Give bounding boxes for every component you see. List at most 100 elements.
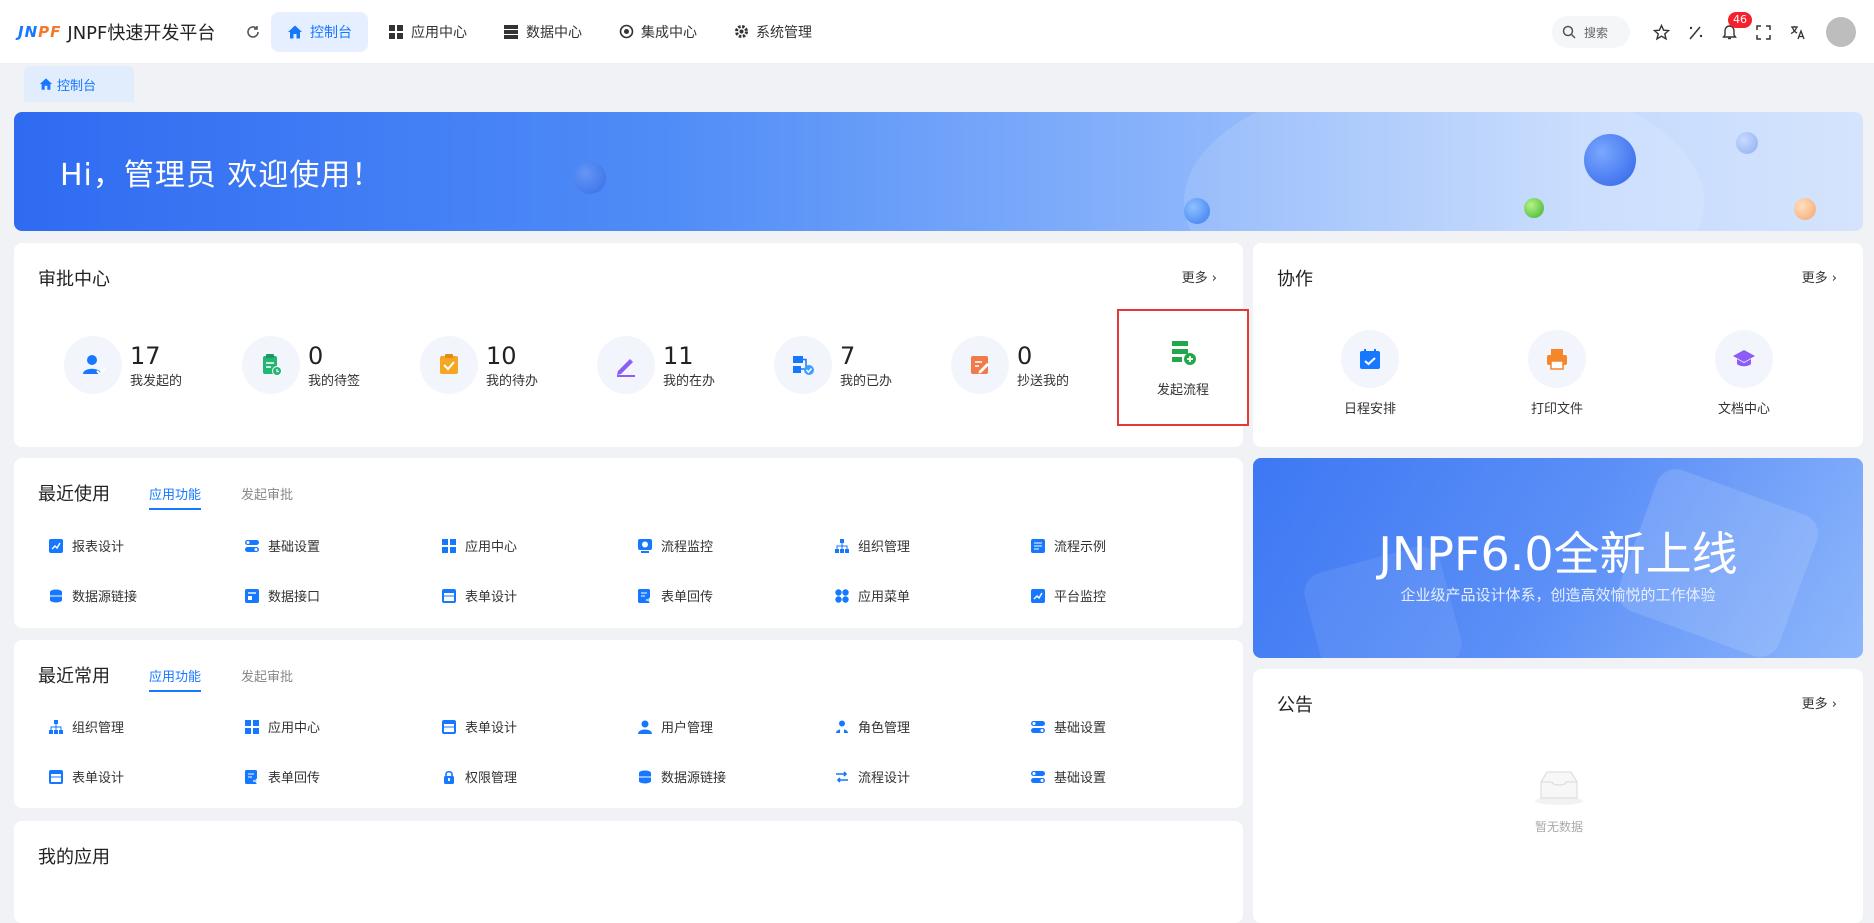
tab-app-functions[interactable]: 应用功能: [149, 666, 202, 692]
card-title: 最近常用: [38, 666, 110, 687]
more-link[interactable]: 更多 ›: [1802, 267, 1837, 286]
app-menu-icon: [834, 588, 850, 604]
shortcut-label: 应用菜单: [858, 590, 911, 605]
shortcut-item[interactable]: 表单回传: [244, 767, 320, 786]
frequent-subtabs: 应用功能 发起审批: [149, 666, 333, 692]
collab-item-print[interactable]: 打印文件: [1507, 330, 1607, 417]
approval-count: 7: [840, 341, 856, 370]
tab-app-functions[interactable]: 应用功能: [149, 484, 202, 510]
card-title: 审批中心: [38, 269, 110, 290]
approval-item-initiated[interactable]: 17 我发起的: [64, 335, 182, 395]
user-icon: [64, 336, 122, 394]
org-chart-icon: [48, 719, 64, 735]
approval-label: 我的已办: [840, 373, 893, 389]
shortcut-item[interactable]: 表单设计: [48, 767, 124, 786]
shortcut-item[interactable]: 基础设置: [1030, 767, 1106, 786]
nav-item-integration[interactable]: 集成中心: [602, 12, 713, 52]
shortcut-item[interactable]: 用户管理: [637, 717, 713, 736]
shortcut-label: 基础设置: [1054, 721, 1107, 736]
nav-item-data-center[interactable]: 数据中心: [487, 12, 598, 52]
shortcut-item[interactable]: 流程监控: [637, 536, 713, 555]
search-label: 搜索: [1584, 25, 1609, 40]
shortcut-label: 表单设计: [465, 590, 518, 605]
nav-item-app-center[interactable]: 应用中心: [372, 12, 483, 52]
welcome-text: Hi，管理员 欢迎使用！: [60, 158, 383, 193]
shortcut-item[interactable]: 报表设计: [48, 536, 124, 555]
approval-item-todo[interactable]: 10 我的待办: [420, 335, 538, 395]
nav-item-system[interactable]: 系统管理: [717, 12, 828, 52]
tab-console[interactable]: 控制台: [24, 66, 134, 102]
shortcut-item[interactable]: 基础设置: [1030, 717, 1106, 736]
shortcut-item[interactable]: 应用中心: [244, 717, 320, 736]
top-header: JNPF JNPF快速开发平台 控制台 应用中心 数据中心 集成中心 系统管理: [0, 0, 1874, 64]
nav-item-console[interactable]: 控制台: [271, 11, 368, 52]
empty-state: 暂无数据: [1509, 768, 1609, 835]
shortcut-label: 表单设计: [72, 771, 125, 786]
shortcut-item[interactable]: 表单设计: [441, 586, 517, 605]
pencil-icon: [597, 336, 655, 394]
shortcut-item[interactable]: 角色管理: [834, 717, 910, 736]
shortcut-label: 数据源链接: [72, 590, 138, 605]
search-button[interactable]: 搜索: [1552, 16, 1630, 48]
more-link[interactable]: 更多 ›: [1182, 267, 1217, 286]
approval-item-in-progress[interactable]: 11 我的在办: [597, 335, 715, 395]
more-label: 更多: [1801, 271, 1828, 286]
promo-banner[interactable]: JNPF6.0全新上线 企业级产品设计体系，创造高效愉悦的工作体验: [1253, 458, 1863, 658]
chart-icon: [48, 538, 64, 554]
translate-icon[interactable]: [1780, 15, 1814, 49]
collab-item-docs[interactable]: 文档中心: [1694, 330, 1794, 417]
api-icon: [244, 588, 260, 604]
logo[interactable]: JNPF JNPF快速开发平台: [18, 19, 243, 45]
bell-icon[interactable]: 46: [1712, 12, 1752, 49]
shortcut-item[interactable]: 组织管理: [48, 717, 124, 736]
shortcut-item[interactable]: 数据源链接: [48, 586, 137, 605]
launch-process-icon: [1168, 337, 1198, 371]
more-label: 更多: [1801, 697, 1828, 712]
launch-process-button[interactable]: 发起流程: [1117, 309, 1249, 426]
approval-count: 10: [486, 341, 517, 370]
shortcut-label: 组织管理: [72, 721, 125, 736]
shortcut-label: 应用中心: [268, 721, 321, 736]
shortcut-item[interactable]: 流程示例: [1030, 536, 1106, 555]
nav-label: 控制台: [310, 24, 352, 41]
shortcut-item[interactable]: 应用中心: [441, 536, 517, 555]
tab-launch-approval[interactable]: 发起审批: [241, 484, 293, 510]
approval-item-to-sign[interactable]: 0 我的待签: [242, 335, 360, 395]
decor-sphere: [1584, 134, 1636, 186]
cc-edit-icon: [951, 336, 1009, 394]
approval-item-done[interactable]: 7 我的已办: [774, 335, 892, 395]
shortcut-item[interactable]: 数据接口: [244, 586, 320, 605]
promo-title: JNPF6.0全新上线: [1378, 527, 1738, 581]
fullscreen-icon[interactable]: [1746, 15, 1780, 49]
approval-count: 0: [308, 341, 324, 370]
approval-label: 我的待办: [486, 373, 539, 389]
shortcut-item[interactable]: 表单设计: [441, 717, 517, 736]
shortcut-item[interactable]: 流程设计: [834, 767, 910, 786]
decor-sphere: [1524, 198, 1544, 218]
star-icon[interactable]: [1644, 15, 1678, 49]
shortcut-item[interactable]: 应用菜单: [834, 586, 910, 605]
magic-wand-icon[interactable]: [1678, 15, 1712, 49]
promo-subtitle: 企业级产品设计体系，创造高效愉悦的工作体验: [1400, 586, 1716, 604]
shortcut-item[interactable]: 组织管理: [834, 536, 910, 555]
shortcut-item[interactable]: 基础设置: [244, 536, 320, 555]
tab-launch-approval[interactable]: 发起审批: [241, 666, 293, 692]
more-link[interactable]: 更多 ›: [1802, 693, 1837, 712]
shortcut-item[interactable]: 平台监控: [1030, 586, 1106, 605]
shortcut-item[interactable]: 表单回传: [637, 586, 713, 605]
avatar[interactable]: [1826, 17, 1856, 47]
decor-sphere: [1794, 198, 1816, 220]
shortcut-item[interactable]: 数据源链接: [637, 767, 726, 786]
approval-label: 我发起的: [130, 373, 183, 389]
approval-item-cc[interactable]: 0 抄送我的: [951, 335, 1069, 395]
user-icon: [637, 719, 653, 735]
shortcut-label: 报表设计: [72, 540, 125, 555]
grid-icon: [388, 24, 404, 40]
shortcut-label: 基础设置: [268, 540, 321, 555]
shortcut-item[interactable]: 权限管理: [441, 767, 517, 786]
refresh-icon[interactable]: [243, 22, 263, 42]
form-icon: [441, 719, 457, 735]
collab-item-schedule[interactable]: 日程安排: [1320, 330, 1420, 417]
shortcut-label: 表单回传: [661, 590, 714, 605]
monitor-icon: [637, 538, 653, 554]
